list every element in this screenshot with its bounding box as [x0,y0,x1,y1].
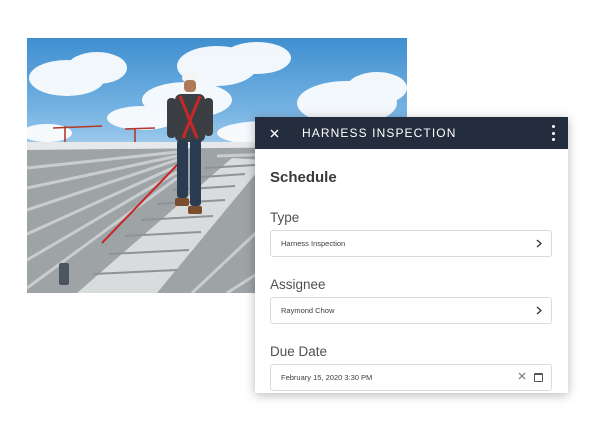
assignee-value: Raymond Chow [281,306,335,315]
due-date-value: February 15, 2020 3:30 PM [281,373,373,382]
type-label: Type [270,210,300,225]
section-title: Schedule [270,169,337,186]
menu-dot [551,131,555,135]
close-glyph [270,129,278,137]
app-bar-title: HARNESS INSPECTION [302,126,457,140]
assignee-label: Assignee [270,277,326,292]
app-bar: HARNESS INSPECTION [255,117,568,149]
clear-icon[interactable] [518,372,526,383]
type-field[interactable]: Harness Inspection [270,230,552,257]
due-date-field[interactable]: February 15, 2020 3:30 PM [270,364,552,391]
assignee-field[interactable]: Raymond Chow [270,297,552,324]
chevron-right-icon [535,239,543,249]
schedule-form: Schedule Type Harness Inspection Assigne… [255,169,568,391]
menu-dot [551,138,555,141]
close-icon[interactable] [267,126,281,140]
type-value: Harness Inspection [281,239,346,248]
calendar-icon[interactable] [534,373,543,382]
more-vertical-icon[interactable] [548,124,558,142]
menu-dot [551,125,555,128]
due-date-label: Due Date [270,344,328,359]
harness-inspection-panel: HARNESS INSPECTION Schedule Type Harness… [255,117,568,393]
chevron-right-icon [535,306,543,316]
